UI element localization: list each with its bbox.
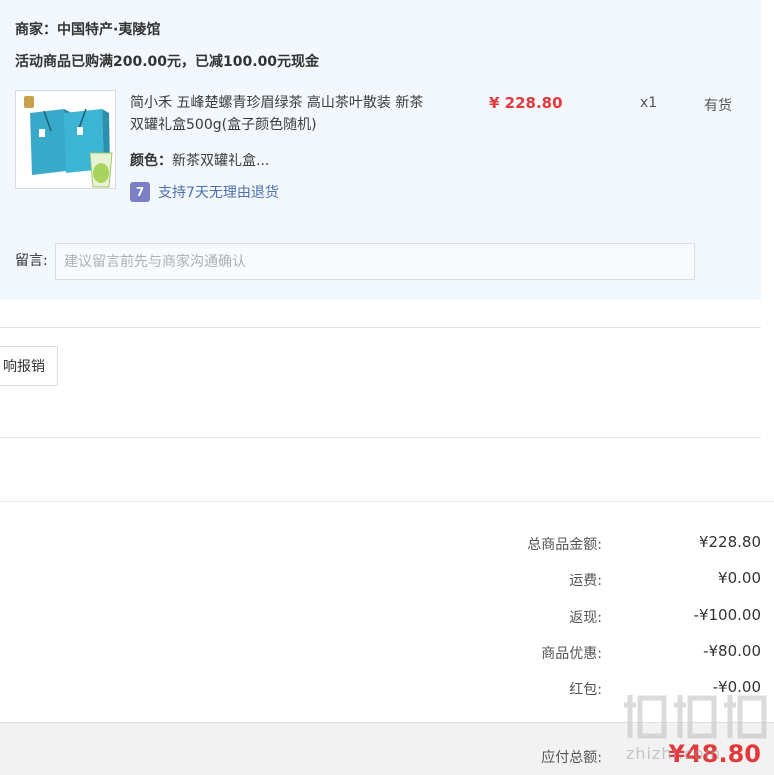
product-thumbnail[interactable]	[15, 90, 116, 189]
summary-label-discount: 商品优惠:	[541, 646, 602, 662]
guarantee-text: 支持7天无理由退货	[158, 185, 279, 201]
summary-value-discount: -¥80.00	[703, 642, 761, 660]
memo-label: 留言:	[15, 253, 48, 269]
product-color: 颜色：新茶双罐礼盒...	[130, 150, 269, 170]
merchant-name: 商家：中国特产·夷陵馆	[15, 22, 161, 38]
summary-label-subtotal: 总商品金额:	[527, 537, 602, 553]
product-price: ¥ 228.80	[489, 94, 563, 112]
memo-input[interactable]	[55, 243, 695, 280]
summary-label-shipping: 运费:	[569, 573, 602, 589]
summary-label-redpacket: 红包:	[569, 682, 602, 698]
divider	[0, 327, 761, 328]
product-quantity: x1	[640, 95, 658, 111]
divider	[0, 437, 761, 438]
order-total-bar	[0, 722, 774, 775]
invoice-button[interactable]: 响报销	[0, 346, 58, 386]
summary-value-shipping: ¥0.00	[718, 569, 761, 587]
summary-value-redpacket: -¥0.00	[712, 678, 761, 696]
total-label: 应付总额:	[541, 750, 602, 766]
seven-day-return-icon: 7	[130, 182, 150, 202]
promo-text: 活动商品已购满200.00元，已减100.00元现金	[15, 54, 320, 70]
total-amount: ¥48.80	[668, 740, 761, 768]
tea-gift-box-image	[16, 91, 115, 188]
return-guarantee[interactable]: 7 支持7天无理由退货	[130, 182, 279, 202]
summary-label-cashback: 返现:	[569, 610, 602, 626]
color-value: 新茶双罐礼盒...	[172, 153, 270, 169]
divider	[0, 501, 774, 502]
summary-value-subtotal: ¥228.80	[698, 533, 761, 551]
product-title[interactable]: 简小禾 五峰楚螺青珍眉绿茶 高山茶叶散装 新茶双罐礼盒500g(盒子颜色随机)	[130, 92, 435, 136]
stock-status: 有货	[704, 98, 732, 114]
color-label: 颜色：	[130, 153, 172, 169]
summary-value-cashback: -¥100.00	[693, 606, 761, 624]
